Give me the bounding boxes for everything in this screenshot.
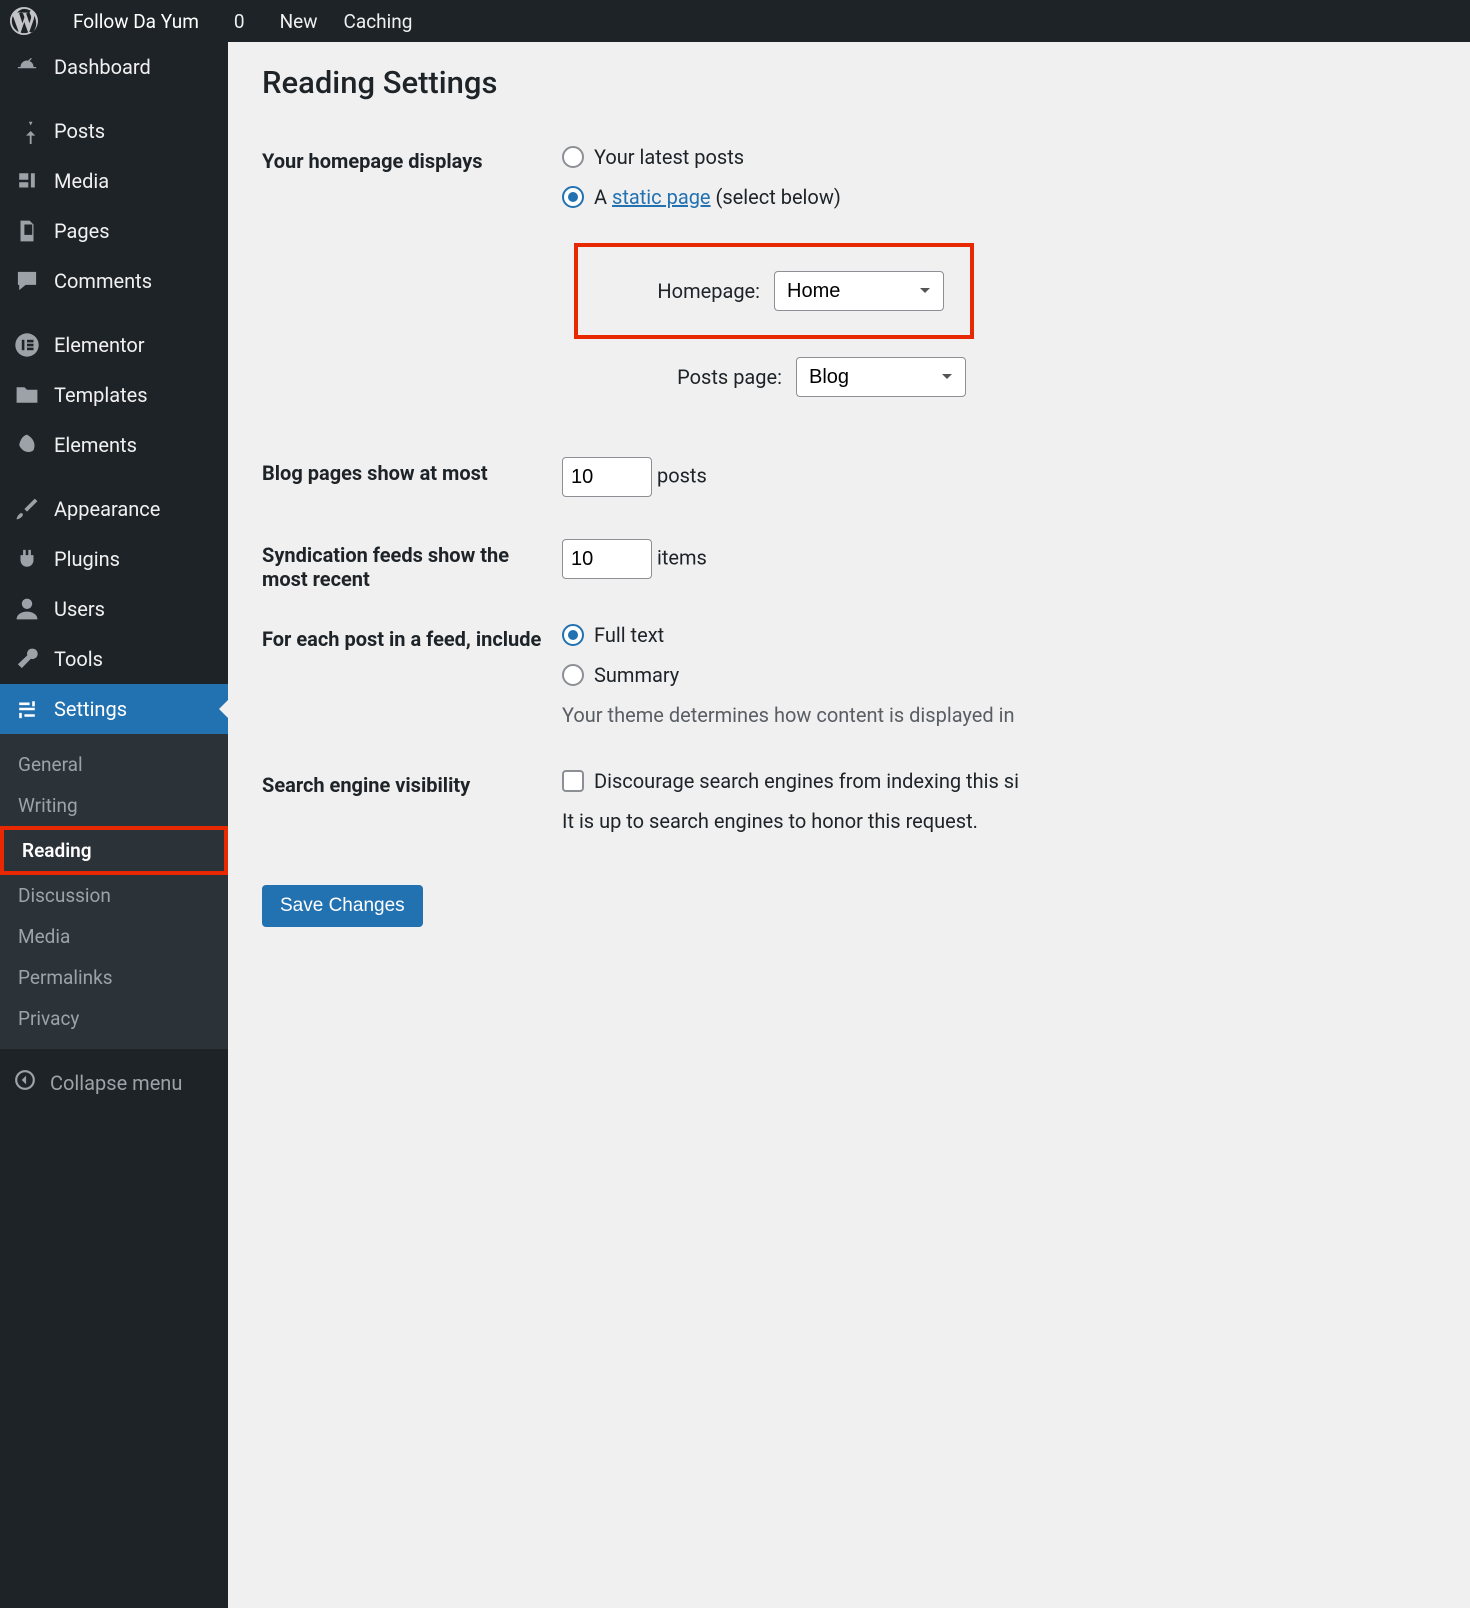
sidebar-item-settings[interactable]: Settings — [0, 684, 228, 734]
homepage-highlight: Homepage: Home — [574, 243, 974, 339]
leaf-icon — [14, 432, 40, 458]
search-visibility-label: Search engine visibility — [262, 755, 562, 861]
main-content: Reading Settings Your homepage displays … — [228, 42, 1470, 1608]
media-icon — [14, 168, 40, 194]
wp-logo-icon[interactable] — [10, 7, 38, 35]
syndication-label: Syndication feeds show the most recent — [262, 525, 562, 609]
sidebar-item-posts[interactable]: Posts — [0, 106, 228, 156]
sidebar-item-label: Users — [54, 597, 105, 621]
static-page-fields: Homepage: Home Posts page: Blog — [562, 225, 1436, 415]
elementor-icon — [14, 332, 40, 358]
homepage-select-label: Homepage: — [657, 279, 760, 303]
submenu-item-reading[interactable]: Reading — [0, 826, 228, 875]
sidebar-item-pages[interactable]: Pages — [0, 206, 228, 256]
static-page-link[interactable]: static page — [612, 185, 711, 209]
sidebar-item-label: Comments — [54, 269, 152, 293]
radio-summary-input[interactable] — [562, 664, 584, 686]
sidebar-item-label: Appearance — [54, 497, 160, 521]
radio-latest-posts-input[interactable] — [562, 146, 584, 168]
brush-icon — [14, 496, 40, 522]
blog-pages-input[interactable] — [562, 457, 652, 497]
new-content-link[interactable]: New — [271, 10, 318, 33]
radio-static-page[interactable]: A static page (select below) — [562, 185, 1436, 209]
radio-summary-label: Summary — [594, 663, 679, 687]
sidebar-item-elementor[interactable]: Elementor — [0, 320, 228, 370]
folder-icon — [14, 382, 40, 408]
radio-static-page-input[interactable] — [562, 186, 584, 208]
sidebar-item-appearance[interactable]: Appearance — [0, 484, 228, 534]
caching-label: Caching — [344, 10, 413, 33]
wrench-icon — [14, 646, 40, 672]
radio-static-page-label: A static page (select below) — [594, 185, 841, 209]
posts-page-select[interactable]: Blog — [796, 357, 966, 397]
sidebar-item-label: Elements — [54, 433, 137, 457]
submenu-item-media[interactable]: Media — [0, 916, 228, 957]
sidebar-item-label: Media — [54, 169, 109, 193]
collapse-menu-button[interactable]: Collapse menu — [0, 1055, 228, 1110]
feed-content-label: For each post in a feed, include — [262, 609, 562, 755]
radio-latest-posts[interactable]: Your latest posts — [562, 145, 1436, 169]
save-changes-button[interactable]: Save Changes — [262, 885, 423, 927]
user-icon — [14, 596, 40, 622]
sidebar-item-templates[interactable]: Templates — [0, 370, 228, 420]
site-name-link[interactable]: Follow Da Yum — [64, 10, 199, 33]
search-visibility-desc: It is up to search engines to honor this… — [562, 809, 1436, 833]
comments-icon — [14, 268, 40, 294]
dashboard-icon — [14, 54, 40, 80]
blog-pages-label: Blog pages show at most — [262, 443, 562, 525]
sidebar-item-label: Dashboard — [54, 55, 151, 79]
sidebar-item-label: Templates — [54, 383, 148, 407]
sidebar-item-dashboard[interactable]: Dashboard — [0, 42, 228, 92]
radio-summary[interactable]: Summary — [562, 663, 1436, 687]
collapse-label: Collapse menu — [50, 1071, 182, 1095]
submenu-item-general[interactable]: General — [0, 744, 228, 785]
pin-icon — [14, 118, 40, 144]
sidebar-item-label: Tools — [54, 647, 103, 671]
comments-count: 0 — [234, 10, 245, 33]
sidebar-item-label: Pages — [54, 219, 110, 243]
admin-toolbar: Follow Da Yum 0 New Caching — [0, 0, 1470, 42]
posts-page-select-label: Posts page: — [677, 365, 782, 389]
settings-icon — [14, 696, 40, 722]
search-visibility-checkbox[interactable] — [562, 770, 584, 792]
comments-link[interactable]: 0 — [225, 10, 245, 33]
sidebar-item-label: Posts — [54, 119, 105, 143]
homepage-select[interactable]: Home — [774, 271, 944, 311]
sidebar-item-label: Plugins — [54, 547, 120, 571]
radio-latest-posts-label: Your latest posts — [594, 145, 744, 169]
sidebar-item-comments[interactable]: Comments — [0, 256, 228, 306]
collapse-icon — [14, 1069, 36, 1096]
radio-full-text-input[interactable] — [562, 624, 584, 646]
submenu-item-discussion[interactable]: Discussion — [0, 875, 228, 916]
sidebar-item-label: Settings — [54, 697, 127, 721]
search-visibility-check[interactable]: Discourage search engines from indexing … — [562, 769, 1436, 793]
pages-icon — [14, 218, 40, 244]
new-label: New — [280, 10, 318, 33]
radio-full-text[interactable]: Full text — [562, 623, 1436, 647]
caching-link[interactable]: Caching — [344, 10, 413, 33]
homepage-displays-label: Your homepage displays — [262, 131, 562, 443]
plugin-icon — [14, 546, 40, 572]
settings-submenu: General Writing Reading Discussion Media… — [0, 734, 228, 1049]
sidebar-item-label: Elementor — [54, 333, 145, 357]
submenu-item-privacy[interactable]: Privacy — [0, 998, 228, 1039]
sidebar-item-elements[interactable]: Elements — [0, 420, 228, 470]
site-name: Follow Da Yum — [73, 10, 199, 33]
sidebar-item-media[interactable]: Media — [0, 156, 228, 206]
syndication-suffix: items — [657, 546, 707, 570]
blog-pages-suffix: posts — [657, 464, 707, 488]
sidebar-item-plugins[interactable]: Plugins — [0, 534, 228, 584]
syndication-input[interactable] — [562, 539, 652, 579]
submenu-item-permalinks[interactable]: Permalinks — [0, 957, 228, 998]
page-title: Reading Settings — [262, 64, 1436, 101]
admin-sidebar: Dashboard Posts Media Pages Comments Ele… — [0, 42, 228, 1608]
submenu-item-writing[interactable]: Writing — [0, 785, 228, 826]
feed-content-desc: Your theme determines how content is dis… — [562, 703, 1436, 727]
search-visibility-checkbox-label: Discourage search engines from indexing … — [594, 769, 1019, 793]
radio-full-text-label: Full text — [594, 623, 664, 647]
sidebar-item-tools[interactable]: Tools — [0, 634, 228, 684]
sidebar-item-users[interactable]: Users — [0, 584, 228, 634]
